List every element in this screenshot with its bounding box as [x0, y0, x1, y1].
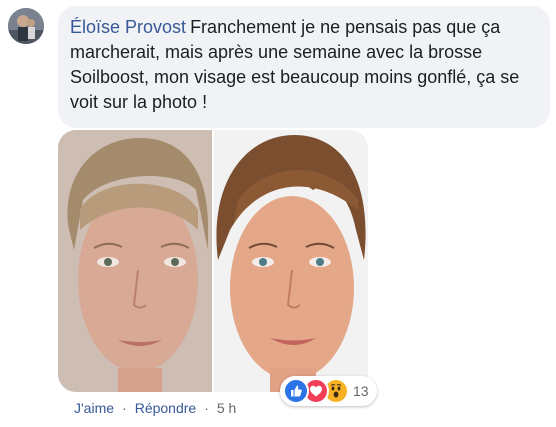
avatar-picture: [8, 8, 44, 44]
comment-bubble: Éloïse Provost Franchement je ne pensais …: [58, 6, 550, 128]
reactions-summary[interactable]: 13: [280, 376, 377, 406]
avatar[interactable]: [8, 8, 44, 44]
comment-photo[interactable]: [58, 130, 368, 392]
reaction-count: 13: [353, 383, 369, 399]
comment-timestamp[interactable]: 5 h: [217, 400, 236, 416]
reply-button[interactable]: Répondre: [135, 400, 197, 416]
comment-author[interactable]: Éloïse Provost: [70, 17, 186, 37]
like-icon: [283, 378, 309, 404]
before-after-face-photo: [58, 130, 368, 392]
like-button[interactable]: J'aime: [74, 400, 114, 416]
comment-actions: J'aime · Répondre · 5 h: [74, 400, 236, 416]
separator: ·: [122, 400, 127, 416]
separator: ·: [204, 400, 209, 416]
